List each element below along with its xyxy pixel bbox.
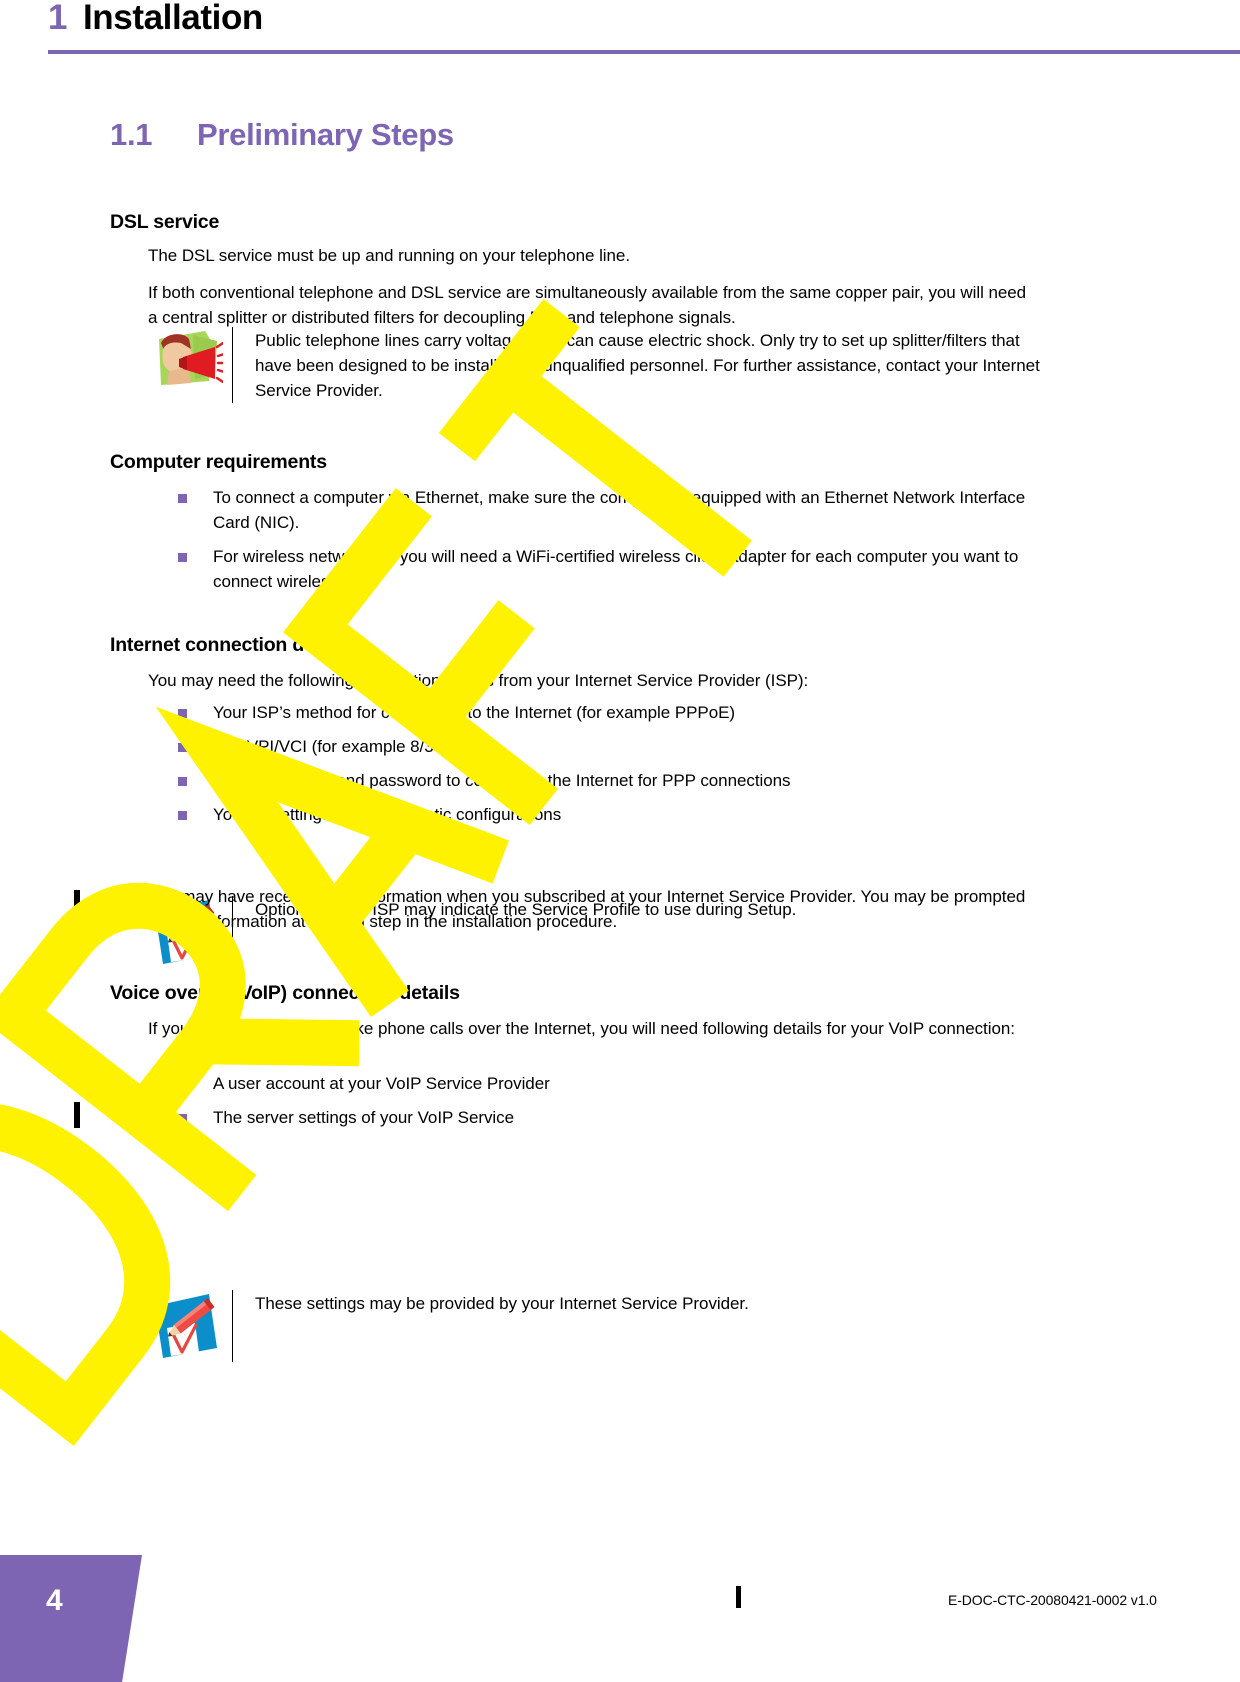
heading-dsl-service: DSL service — [110, 211, 220, 233]
list-item: Your IP settings in case of static confi… — [148, 802, 1038, 827]
computer-requirements-list: To connect a computer via Ethernet, make… — [148, 485, 1038, 594]
note-box-text: These settings may be provided by your I… — [255, 1294, 749, 1313]
page-content: DSL service The DSL service must be up a… — [0, 0, 1240, 1362]
internet-connection-intro: You may need the following connection de… — [148, 671, 809, 690]
list-item: For wireless networking, you will need a… — [148, 544, 1038, 594]
page-number: 4 — [46, 1584, 63, 1617]
warning-box-dsl: Public telephone lines carry voltages th… — [140, 327, 1040, 403]
list-item-label: A user account at your VoIP Service Prov… — [213, 1074, 550, 1093]
list-item: A user account at your VoIP Service Prov… — [148, 1071, 1038, 1096]
dsl-service-paragraph-1: The DSL service must be up and running o… — [148, 246, 631, 265]
bullet-square-icon — [178, 743, 187, 752]
internet-connection-outro: You may have received this information w… — [148, 887, 1026, 931]
list-item-label: Your ISP’s method for connecting to the … — [213, 703, 736, 722]
footer-page-tab — [0, 1555, 142, 1682]
bullet-square-icon — [178, 811, 187, 820]
voip-connection-intro: If you want to be able to make phone cal… — [148, 1019, 1015, 1038]
document-page: 1 Installation 1.1 Preliminary Steps DSL… — [0, 0, 1240, 1682]
document-id: E-DOC-CTC-20080421-0002 v1.0 — [948, 1592, 1157, 1608]
list-item-label: The VPI/VCI (for example 8/35) — [213, 737, 449, 756]
note-box-divider — [232, 1290, 233, 1362]
change-bar — [74, 890, 80, 916]
dsl-service-paragraph-2: If both conventional telephone and DSL s… — [148, 283, 1027, 327]
warning-megaphone-icon — [140, 327, 232, 391]
list-item-label: The server settings of your VoIP Service — [213, 1108, 514, 1127]
voip-connection-list: A user account at your VoIP Service Prov… — [148, 1071, 1038, 1130]
warning-box-text: Public telephone lines carry voltages th… — [255, 331, 1040, 400]
list-item-label: To connect a computer via Ethernet, make… — [213, 488, 1026, 532]
list-item-label: Your user name and password to connect t… — [213, 771, 791, 790]
bullet-square-icon — [178, 494, 187, 503]
bullet-square-icon — [178, 777, 187, 786]
bullet-square-icon — [178, 553, 187, 562]
warning-box-divider — [232, 327, 233, 403]
list-item-label: For wireless networking, you will need a… — [213, 547, 1019, 591]
bullet-square-icon — [178, 709, 187, 718]
note-box-voip-settings: These settings may be provided by your I… — [140, 1290, 1040, 1362]
list-item: Your ISP’s method for connecting to the … — [148, 700, 1038, 725]
list-item: Your user name and password to connect t… — [148, 768, 1038, 793]
list-item: The server settings of your VoIP Service — [148, 1105, 1038, 1130]
heading-voip-connection-details: Voice over IP (VoIP) connection details — [110, 982, 460, 1004]
list-item-label: Your IP settings in case of static confi… — [213, 805, 562, 824]
bullet-square-icon — [178, 1080, 187, 1089]
list-item: To connect a computer via Ethernet, make… — [148, 485, 1038, 535]
list-item: The VPI/VCI (for example 8/35) — [148, 734, 1038, 759]
internet-connection-list: Your ISP’s method for connecting to the … — [148, 700, 1038, 827]
heading-internet-connection-details: Internet connection details — [110, 634, 353, 656]
heading-computer-requirements: Computer requirements — [110, 451, 327, 473]
change-bar — [74, 1102, 80, 1128]
footer-change-bar — [736, 1586, 741, 1608]
bullet-square-icon — [178, 1114, 187, 1123]
note-pencil-icon — [140, 1290, 232, 1360]
